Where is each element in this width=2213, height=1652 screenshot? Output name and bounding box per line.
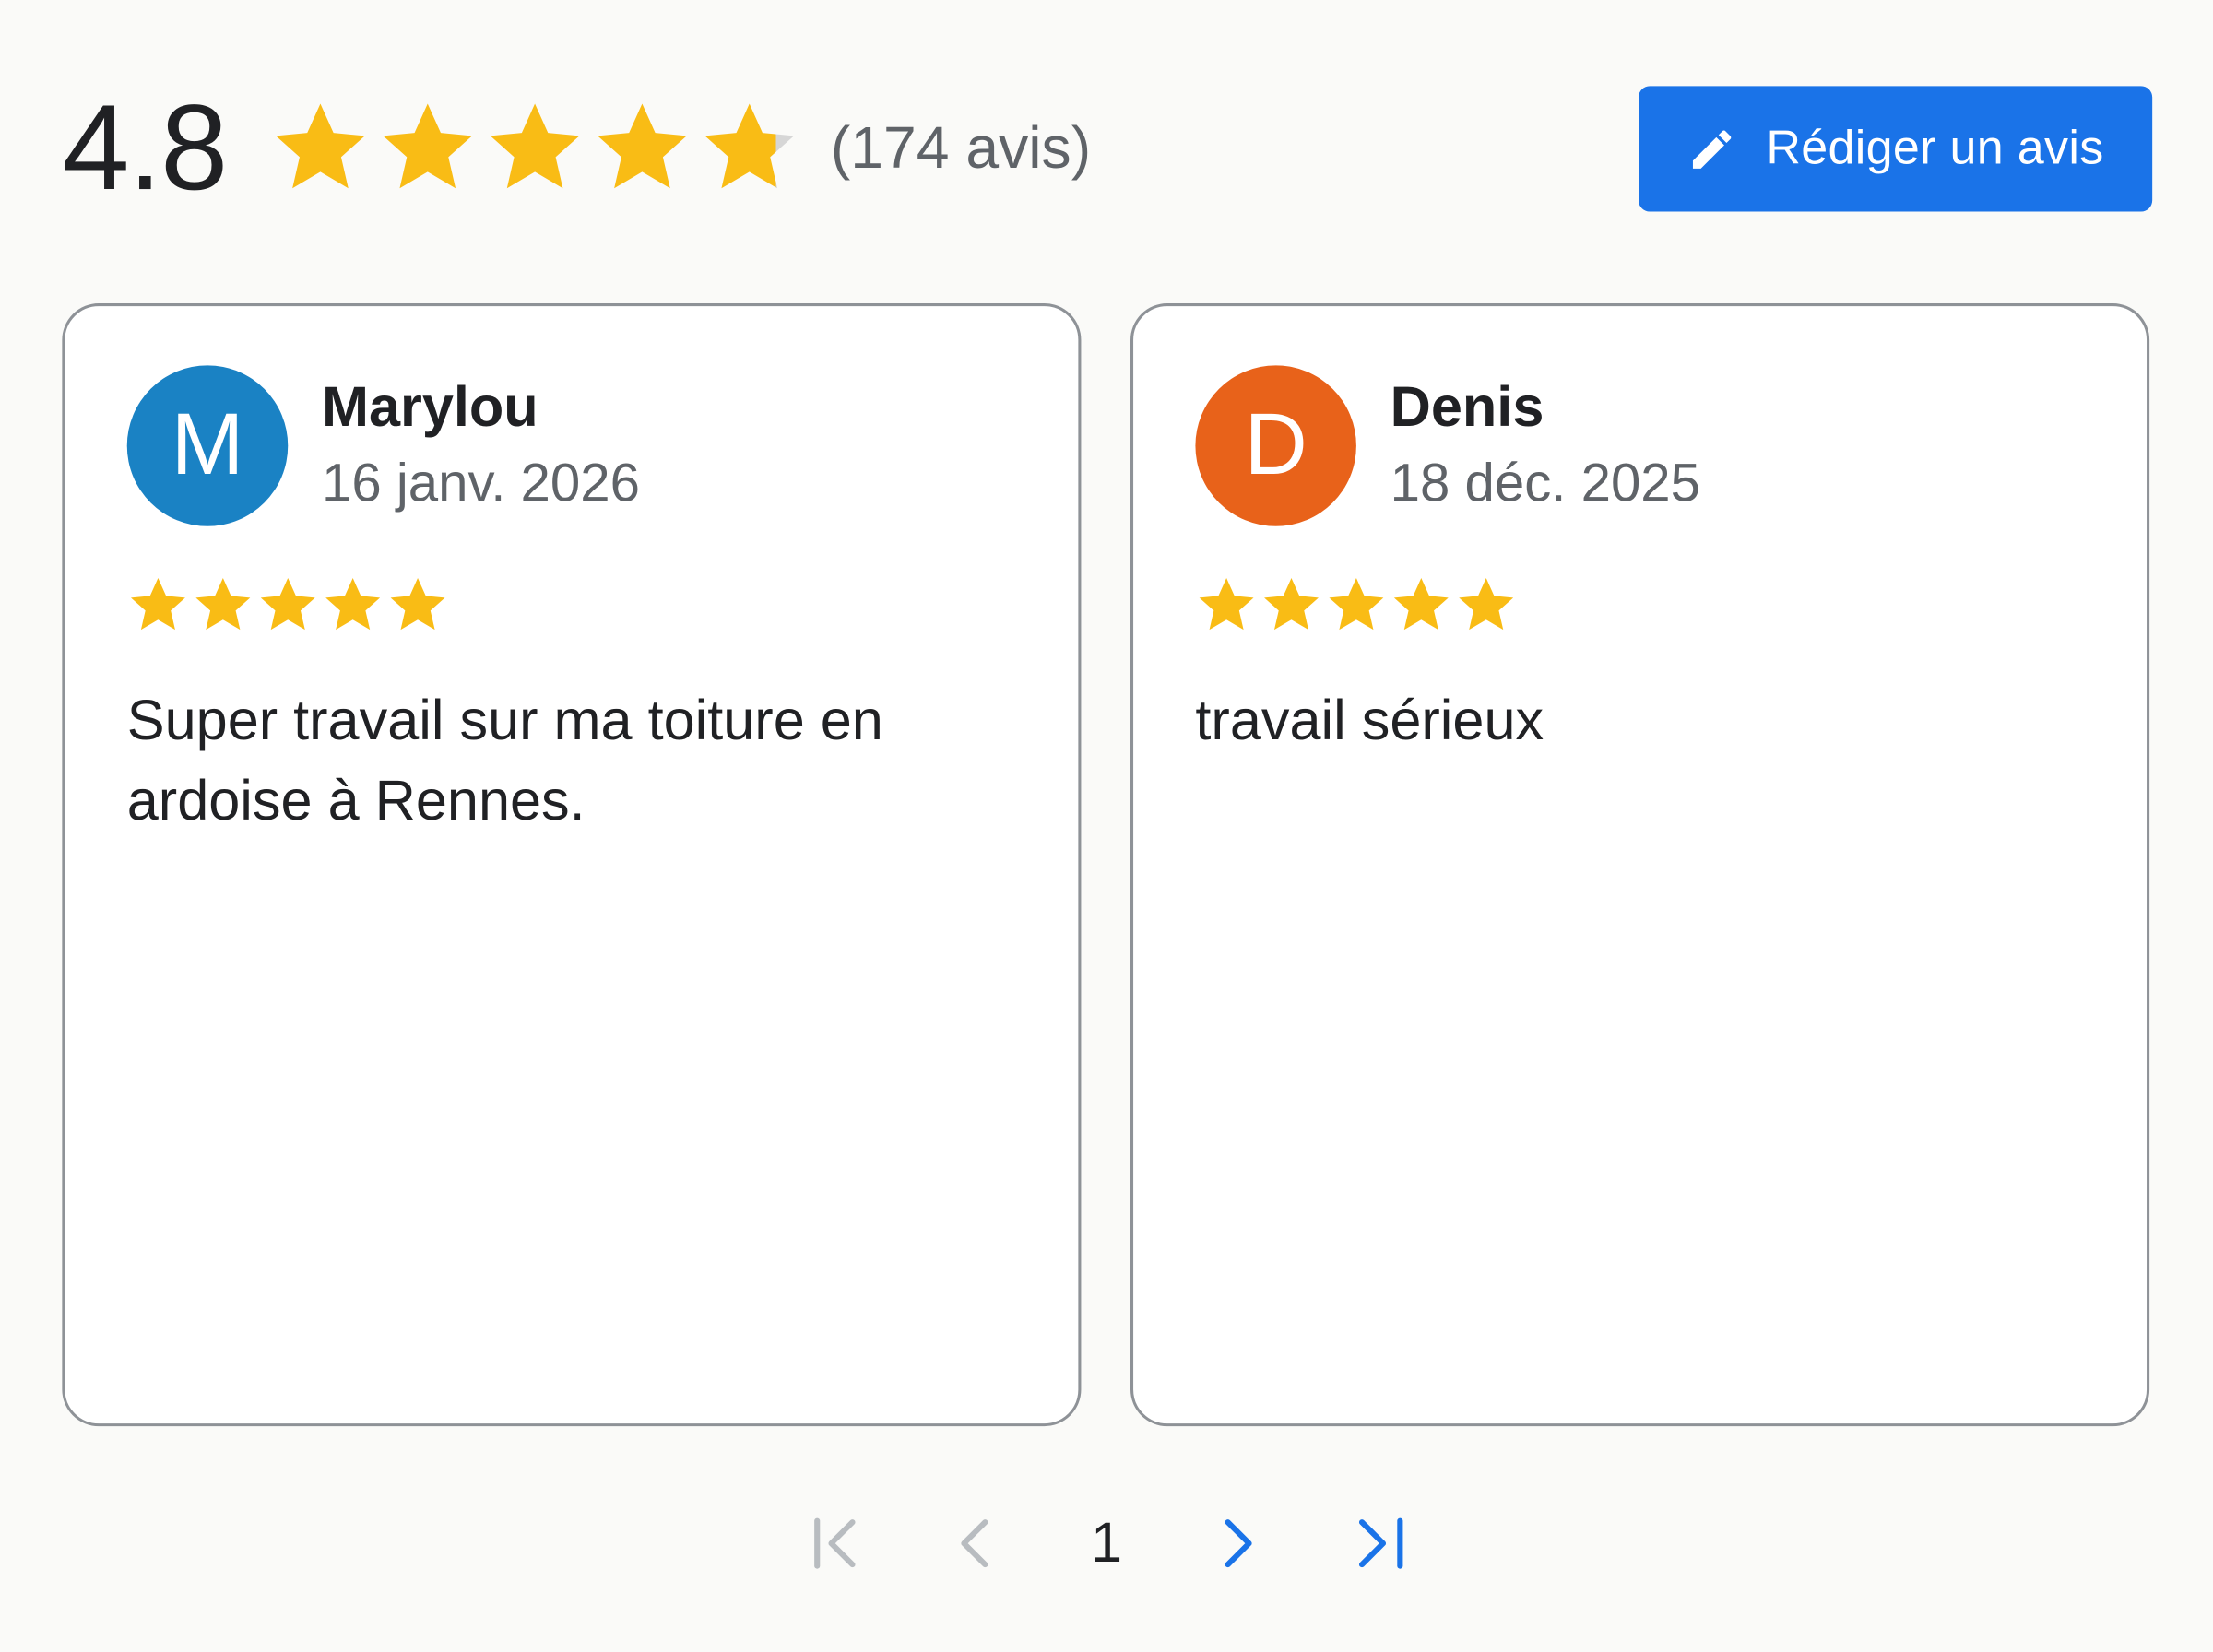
star-icon xyxy=(490,103,579,189)
first-page-icon xyxy=(814,1517,856,1569)
review-date: 16 janv. 2026 xyxy=(321,454,640,514)
star-icon xyxy=(597,103,686,189)
review-author: Denis xyxy=(1390,376,1544,439)
last-page-icon xyxy=(1358,1517,1403,1569)
avatar-initial: M xyxy=(171,396,244,494)
star-icon xyxy=(1459,578,1514,631)
star-icon xyxy=(390,578,445,631)
review-text: travail sérieux xyxy=(1195,690,1544,752)
review-stars xyxy=(127,574,449,636)
previous-page-button[interactable] xyxy=(942,1504,1004,1583)
next-page-button[interactable] xyxy=(1208,1504,1270,1583)
pagination: 1 xyxy=(0,1504,2213,1583)
chevron-right-icon xyxy=(1225,1519,1252,1568)
chevron-left-icon xyxy=(961,1519,988,1568)
star-icon xyxy=(130,578,185,631)
rating-summary: 4.8 (174 avis) xyxy=(62,77,1091,218)
last-page-button[interactable] xyxy=(1343,1504,1417,1583)
review-card: D Denis 18 déc. 2025 travail sérieux xyxy=(1130,303,2150,1427)
star-icon xyxy=(1199,578,1254,631)
star-icon xyxy=(1329,578,1384,631)
star-icon xyxy=(195,578,251,631)
review-date: 18 déc. 2025 xyxy=(1390,454,1700,514)
review-card: M Marylou 16 janv. 2026 Super travail su… xyxy=(62,303,1082,1427)
avatar: M xyxy=(126,365,289,526)
star-icon xyxy=(1264,578,1319,631)
write-review-button[interactable]: Rédiger un avis xyxy=(1639,86,2153,212)
review-text: Super travail sur ma toiture en ardoise … xyxy=(126,690,883,832)
review-stars xyxy=(1195,574,1517,636)
avatar-initial: D xyxy=(1244,396,1308,494)
write-review-label: Rédiger un avis xyxy=(1766,121,2104,175)
average-rating: 4.8 xyxy=(62,80,228,217)
current-page[interactable]: 1 xyxy=(1075,1504,1137,1583)
star-icon xyxy=(260,578,315,631)
page-number: 1 xyxy=(1090,1512,1123,1575)
avatar: D xyxy=(1195,365,1356,526)
star-icon xyxy=(704,103,794,189)
star-icon xyxy=(382,103,472,189)
reviews-widget: 4.8 (174 avis) Rédiger un avis M Marylou… xyxy=(0,0,2213,1652)
star-icon xyxy=(325,578,381,631)
star-icon xyxy=(1393,578,1449,631)
review-count: (174 avis) xyxy=(830,113,1092,181)
star-icon xyxy=(275,103,364,189)
review-author: Marylou xyxy=(321,376,538,439)
average-rating-stars xyxy=(269,98,800,199)
pencil-icon xyxy=(1693,129,1732,169)
first-page-button[interactable] xyxy=(799,1504,872,1583)
